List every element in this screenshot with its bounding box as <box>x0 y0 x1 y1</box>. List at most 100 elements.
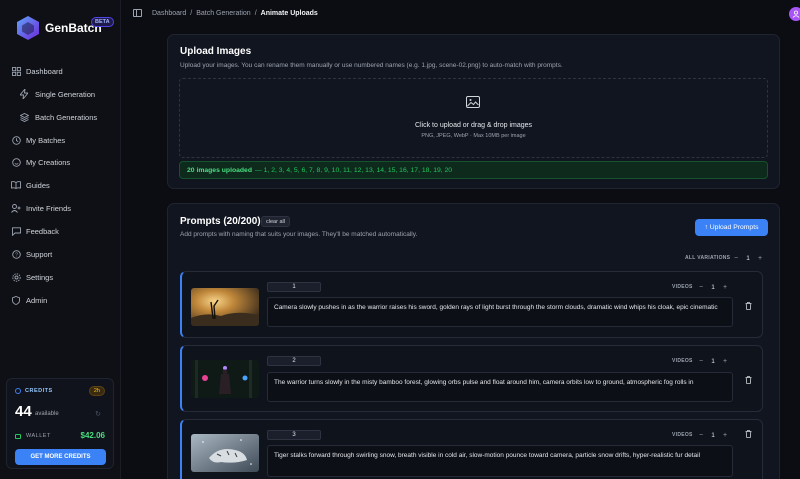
svg-text:?: ? <box>15 252 18 258</box>
sidebar-item-single-generation[interactable]: Single Generation <box>0 85 121 103</box>
decrement-button[interactable]: − <box>696 356 706 366</box>
beta-badge: BETA <box>91 17 114 27</box>
sidebar-item-settings[interactable]: Settings <box>0 268 121 286</box>
breadcrumb-dashboard[interactable]: Dashboard <box>152 10 186 17</box>
message-icon <box>11 226 21 236</box>
prompt-text[interactable]: Tiger stalks forward through swirling sn… <box>267 445 733 477</box>
prompt-item: 1 VIDEOS − 1 + Camera slowly pushes in a… <box>180 271 763 338</box>
sidebar-item-label: My Creations <box>26 157 71 167</box>
trash-icon[interactable] <box>745 376 752 384</box>
prompt-item: 3 VIDEOS − 1 + Tiger stalks forward thro… <box>180 419 763 479</box>
uploaded-count: 20 images uploaded <box>187 166 252 174</box>
dropzone-subtitle: PNG, JPEG, WebP · Max 10MB per image <box>421 133 526 139</box>
stepper-value[interactable]: 1 <box>706 358 720 365</box>
increment-button[interactable]: + <box>720 430 730 440</box>
prompt-number[interactable]: 1 <box>267 282 321 292</box>
stepper-value[interactable]: 1 <box>706 284 720 291</box>
sidebar-item-label: Guides <box>26 180 50 190</box>
sidebar-item-label: My Batches <box>26 135 66 145</box>
sidebar-item-admin[interactable]: Admin <box>0 291 121 309</box>
trash-icon[interactable] <box>745 430 752 438</box>
layers-icon <box>19 112 29 122</box>
sidebar-item-label: Feedback <box>26 226 59 236</box>
life-buoy-icon: ? <box>11 249 21 259</box>
prompt-number[interactable]: 3 <box>267 430 321 440</box>
decrement-button[interactable]: − <box>696 282 706 292</box>
upload-title: Upload Images <box>180 46 252 57</box>
videos-stepper: − 1 + <box>696 430 730 440</box>
brand-logo[interactable]: GenBatch <box>15 15 102 41</box>
sidebar-item-label: Admin <box>26 295 48 305</box>
decrement-button[interactable]: − <box>696 430 706 440</box>
sidebar-item-label: Single Generation <box>35 89 96 99</box>
gear-icon <box>11 272 21 282</box>
sidebar-item-my-creations[interactable]: My Creations <box>0 153 121 171</box>
get-more-credits-button[interactable]: GET MORE CREDITS <box>15 449 106 465</box>
breadcrumb-separator: / <box>190 10 193 17</box>
prompts-title: Prompts (20/200) <box>180 216 261 227</box>
uploaded-list: — 1, 2, 3, 4, 5, 6, 7, 8, 9, 10, 11, 12,… <box>254 166 453 174</box>
sidebar-item-feedback[interactable]: Feedback <box>0 222 121 240</box>
prompt-item: 2 VIDEOS − 1 + The warrior turns slowly … <box>180 345 763 412</box>
wallet-icon <box>15 433 21 439</box>
prompts-subtitle: Add prompts with naming that suits your … <box>180 231 418 238</box>
uploaded-status-bar: 20 images uploaded — 1, 2, 3, 4, 5, 6, 7… <box>179 161 768 179</box>
sidebar-item-invite-friends[interactable]: Invite Friends <box>0 199 121 217</box>
trash-icon[interactable] <box>745 302 752 310</box>
videos-stepper: − 1 + <box>696 282 730 292</box>
book-icon <box>11 180 21 190</box>
dashboard-icon <box>11 66 21 76</box>
avatar[interactable] <box>789 7 800 21</box>
sidebar-toggle-icon[interactable] <box>133 9 142 17</box>
upload-prompts-button[interactable]: ↑ Upload Prompts <box>695 219 768 236</box>
sidebar-item-label: Dashboard <box>26 66 63 76</box>
increment-button[interactable]: + <box>720 282 730 292</box>
upload-subtitle: Upload your images. You can rename them … <box>180 62 563 69</box>
user-plus-icon <box>11 203 21 213</box>
prompt-thumbnail <box>191 360 259 398</box>
top-header: Dashboard / Batch Generation / Animate U… <box>121 0 800 28</box>
breadcrumb-separator: / <box>254 10 257 17</box>
sidebar-item-label: Support <box>26 249 53 259</box>
sidebar-item-support[interactable]: ? Support <box>0 245 121 263</box>
prompt-text[interactable]: Camera slowly pushes in as the warrior r… <box>267 297 733 327</box>
prompt-text[interactable]: The warrior turns slowly in the misty ba… <box>267 372 733 402</box>
image-icon <box>466 96 480 108</box>
videos-label: VIDEOS <box>672 358 693 364</box>
credits-label: CREDITS <box>15 388 53 394</box>
stepper-value[interactable]: 1 <box>706 432 720 439</box>
refresh-icon[interactable]: ↻ <box>95 410 101 418</box>
all-variations-stepper: − 1 + <box>731 253 765 263</box>
prompt-thumbnail <box>191 434 259 472</box>
sidebar-item-guides[interactable]: Guides <box>0 176 121 194</box>
breadcrumb: Dashboard / Batch Generation / Animate U… <box>152 10 322 17</box>
stepper-value[interactable]: 1 <box>741 255 755 262</box>
increment-button[interactable]: + <box>720 356 730 366</box>
user-icon <box>792 10 800 18</box>
dropzone-title: Click to upload or drag & drop images <box>414 122 533 129</box>
sidebar-item-label: Settings <box>26 272 54 282</box>
lightning-icon <box>19 89 29 99</box>
credits-amount: 44 <box>15 403 32 420</box>
breadcrumb-batch-generation[interactable]: Batch Generation <box>196 10 250 17</box>
prompt-number[interactable]: 2 <box>267 356 321 366</box>
sidebar-item-my-batches[interactable]: My Batches <box>0 131 121 149</box>
credits-icon <box>15 388 21 394</box>
image-dropzone[interactable]: Click to upload or drag & drop images PN… <box>179 78 768 158</box>
clock-icon <box>11 135 21 145</box>
shield-icon <box>11 295 21 305</box>
page-scrollbar[interactable] <box>795 28 800 479</box>
prompt-thumbnail <box>191 288 259 326</box>
increment-button[interactable]: + <box>755 253 765 263</box>
all-variations-label: ALL VARIATIONS <box>685 255 731 261</box>
credits-available-label: available <box>35 411 59 417</box>
chat-icon <box>11 157 21 167</box>
sidebar-item-dashboard[interactable]: Dashboard <box>0 62 121 80</box>
logo-hexagon-icon <box>15 15 41 41</box>
decrement-button[interactable]: − <box>731 253 741 263</box>
sidebar-item-label: Invite Friends <box>26 203 72 213</box>
breadcrumb-current: Animate Uploads <box>260 10 318 17</box>
wallet-amount: $42.06 <box>80 431 105 440</box>
clear-all-button[interactable]: clear all <box>261 216 290 227</box>
sidebar-item-batch-generations[interactable]: Batch Generations <box>0 108 121 126</box>
